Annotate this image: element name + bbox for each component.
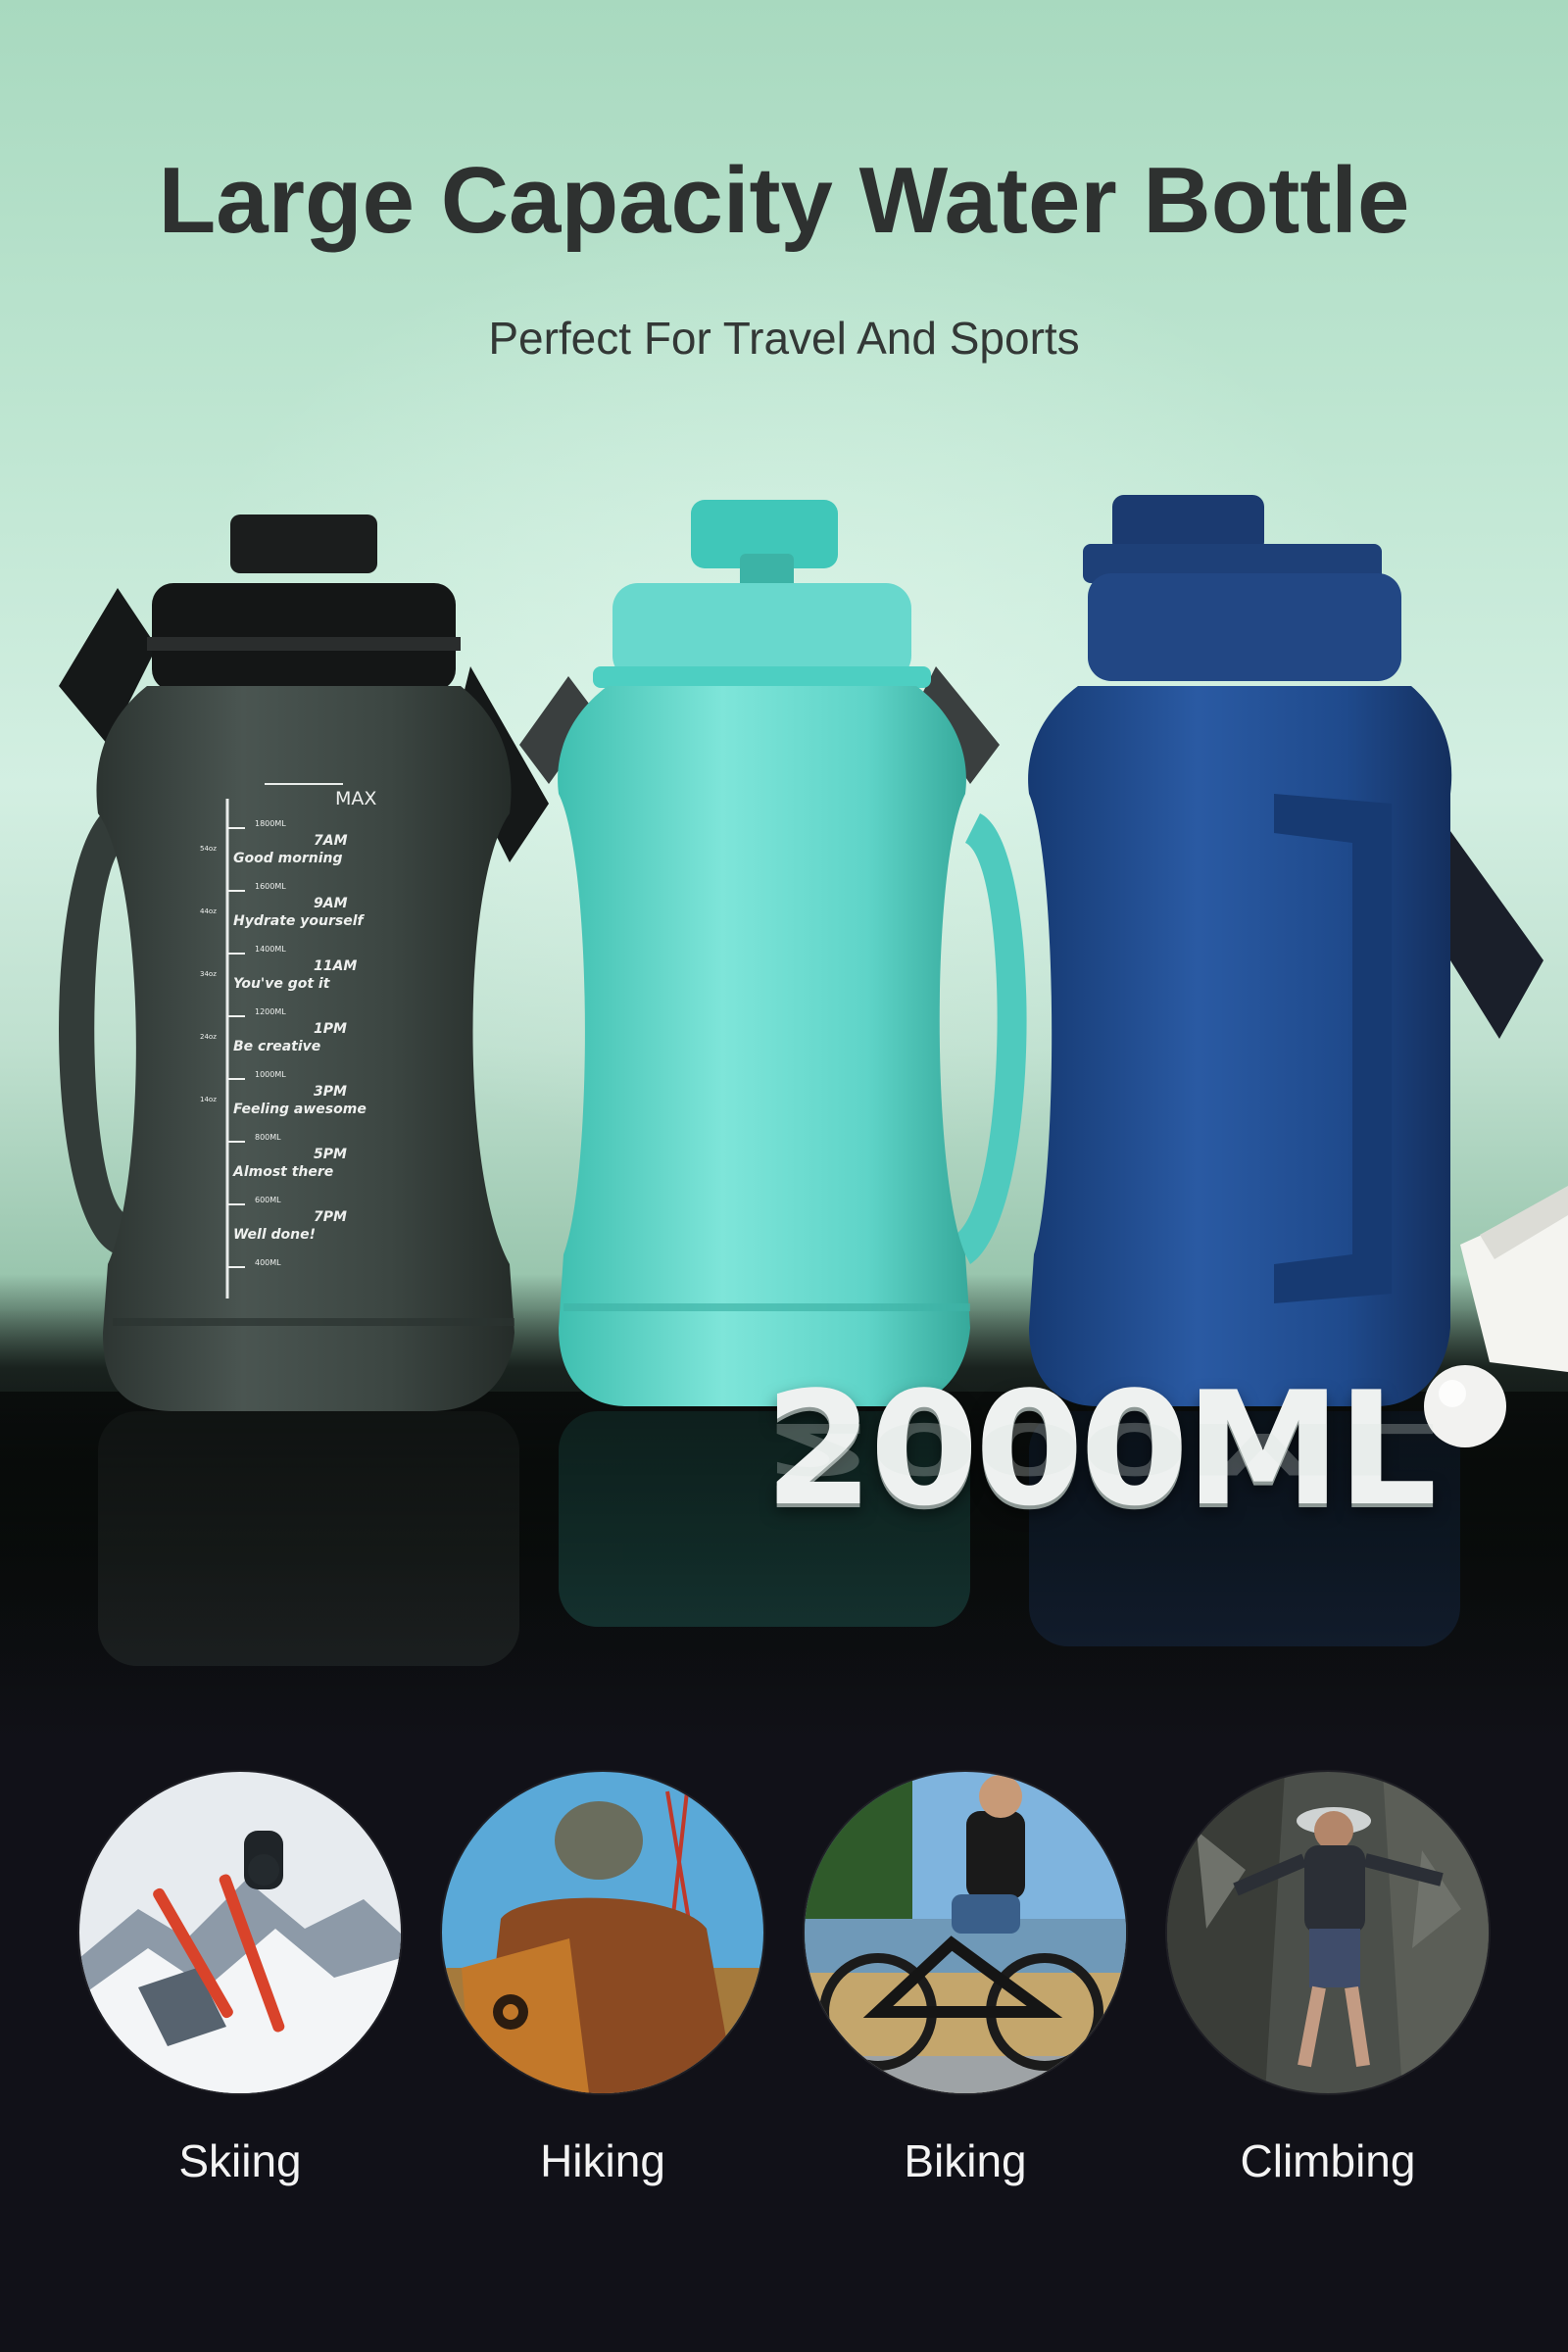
- page-subtitle: Perfect For Travel And Sports: [488, 313, 1080, 364]
- marker-time: 9AM: [314, 896, 348, 911]
- oz-mark: 54oz: [200, 845, 217, 853]
- marker-message: Good morning: [233, 851, 343, 866]
- grey-bottle-marker: MAX 1800ML 1600ML 1400ML 1200ML 1000ML 800ML 6…: [200, 776, 402, 1305]
- ml-mark: 1400ML: [255, 945, 286, 954]
- activity-biking: Biking: [804, 1772, 1127, 2203]
- activity-label: Hiking: [540, 2135, 665, 2186]
- marker-time: 3PM: [314, 1084, 347, 1100]
- ball-decoration: [1424, 1365, 1506, 1447]
- aqua-bottle: [519, 500, 1027, 1406]
- ml-tick: [227, 1141, 245, 1143]
- marker-message: Well done!: [233, 1227, 316, 1243]
- activity-skiing: Skiing: [78, 1772, 402, 2203]
- marker-time: 7PM: [314, 1209, 347, 1225]
- marker-time: 5PM: [314, 1147, 347, 1162]
- marker-message: Feeling awesome: [233, 1102, 367, 1117]
- oz-mark: 24oz: [200, 1033, 217, 1041]
- navy-bottle: [1028, 495, 1544, 1406]
- ml-tick: [227, 1203, 245, 1205]
- capacity-badge-reflection: 2000ML: [764, 1406, 1434, 1490]
- marker-time: 7AM: [314, 833, 348, 849]
- ml-tick: [227, 827, 245, 829]
- shuttlecock-decoration: [1460, 1186, 1568, 1372]
- ml-mark: 1200ML: [255, 1007, 286, 1016]
- marker-message: Hydrate yourself: [233, 913, 364, 929]
- ml-tick: [227, 953, 245, 955]
- activity-climbing: Climbing: [1166, 1772, 1490, 2203]
- marker-time: 11AM: [314, 958, 358, 974]
- activity-hiking: Hiking: [441, 1772, 764, 2203]
- activity-label: Climbing: [1240, 2135, 1416, 2186]
- marker-message: You've got it: [233, 976, 330, 992]
- ml-mark: 600ML: [255, 1196, 281, 1204]
- oz-mark: 14oz: [200, 1096, 217, 1103]
- activity-label: Biking: [904, 2135, 1027, 2186]
- ml-tick: [227, 890, 245, 892]
- ml-tick: [227, 1015, 245, 1017]
- ml-mark: 1800ML: [255, 819, 286, 828]
- ml-mark: 800ML: [255, 1133, 281, 1142]
- ml-tick: [227, 1078, 245, 1080]
- skier-photo: [79, 1772, 401, 2093]
- marker-time: 1PM: [314, 1021, 347, 1037]
- ml-mark: 1600ML: [255, 882, 286, 891]
- ml-tick: [227, 1266, 245, 1268]
- marker-message: Be creative: [233, 1039, 321, 1054]
- activity-list: Skiing Hiking Biking Climbing: [0, 1772, 1568, 2203]
- hiker-photo: [442, 1772, 763, 2093]
- climber-photo: [1167, 1772, 1489, 2093]
- max-label: MAX: [335, 788, 377, 809]
- marker-message: Almost there: [233, 1164, 334, 1180]
- page-title: Large Capacity Water Bottle: [158, 148, 1410, 253]
- product-page: Large Capacity Water Bottle Perfect For …: [0, 0, 1568, 2352]
- cyclist-photo: [805, 1772, 1126, 2093]
- oz-mark: 44oz: [200, 907, 217, 915]
- ml-mark: 1000ML: [255, 1070, 286, 1079]
- activity-label: Skiing: [178, 2135, 302, 2186]
- ml-mark: 400ML: [255, 1258, 281, 1267]
- oz-mark: 34oz: [200, 970, 217, 978]
